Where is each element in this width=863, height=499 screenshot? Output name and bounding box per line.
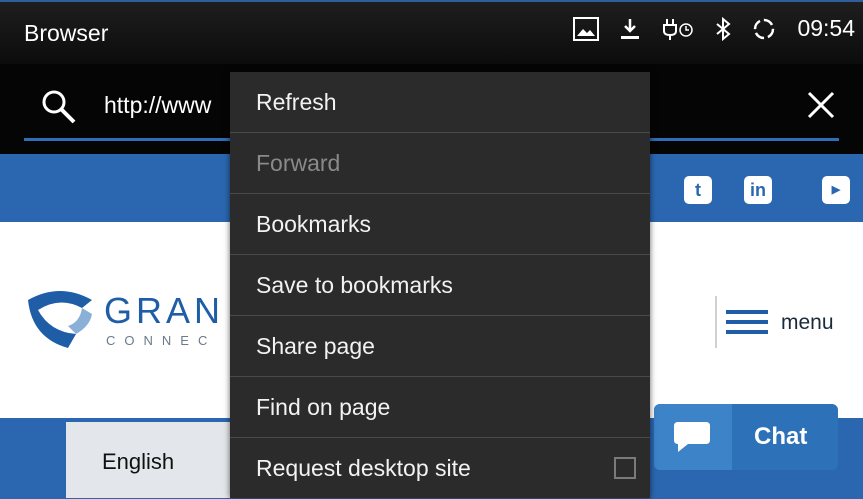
menu-item-find-on-page[interactable]: Find on page xyxy=(230,377,650,438)
url-input[interactable]: http://www xyxy=(104,92,211,119)
menu-item-share-page[interactable]: Share page xyxy=(230,316,650,377)
app-title: Browser xyxy=(24,20,109,46)
menu-item-refresh[interactable]: Refresh xyxy=(230,72,650,133)
charging-icon xyxy=(661,17,695,41)
menu-item-forward: Forward xyxy=(230,133,650,194)
clock: 09:54 xyxy=(797,15,855,41)
logo-subtext: CONNEC xyxy=(106,333,217,348)
image-icon xyxy=(573,16,600,41)
twitter-icon[interactable]: t xyxy=(684,176,712,204)
close-icon[interactable] xyxy=(806,90,836,125)
menu-item-label: Share page xyxy=(256,332,375,359)
chat-button[interactable]: Chat xyxy=(654,404,838,470)
sync-icon xyxy=(751,16,777,42)
youtube-icon[interactable]: ▶ xyxy=(822,176,850,204)
language-label[interactable]: English xyxy=(102,449,174,475)
browser-options-menu: Refresh Forward Bookmarks Save to bookma… xyxy=(230,72,650,498)
chat-icon-container xyxy=(654,404,732,470)
desktop-site-checkbox[interactable] xyxy=(614,457,636,479)
logo-text[interactable]: GRAN xyxy=(104,290,224,332)
search-icon[interactable] xyxy=(40,88,78,131)
menu-item-save-to-bookmarks[interactable]: Save to bookmarks xyxy=(230,255,650,316)
chat-label: Chat xyxy=(754,423,808,450)
status-icons: 09:54 xyxy=(573,15,855,42)
menu-item-label: Request desktop site xyxy=(256,455,471,481)
menu-item-label: Refresh xyxy=(256,88,337,115)
chat-bubble-icon xyxy=(672,420,712,459)
status-bar: Browser 09:54 xyxy=(0,0,863,64)
download-icon xyxy=(619,17,641,41)
site-menu-label[interactable]: menu xyxy=(781,311,834,335)
logo-mark-icon[interactable] xyxy=(20,286,100,361)
menu-divider xyxy=(715,296,717,348)
hamburger-icon[interactable] xyxy=(726,308,768,341)
menu-item-request-desktop-site[interactable]: Request desktop site xyxy=(230,438,650,499)
bluetooth-icon xyxy=(715,16,731,41)
menu-item-bookmarks[interactable]: Bookmarks xyxy=(230,194,650,255)
linkedin-icon[interactable]: in xyxy=(744,176,772,204)
menu-item-label: Save to bookmarks xyxy=(256,271,453,298)
menu-item-label: Bookmarks xyxy=(256,210,372,237)
menu-item-label: Find on page xyxy=(256,393,391,420)
menu-item-label: Forward xyxy=(256,149,341,176)
